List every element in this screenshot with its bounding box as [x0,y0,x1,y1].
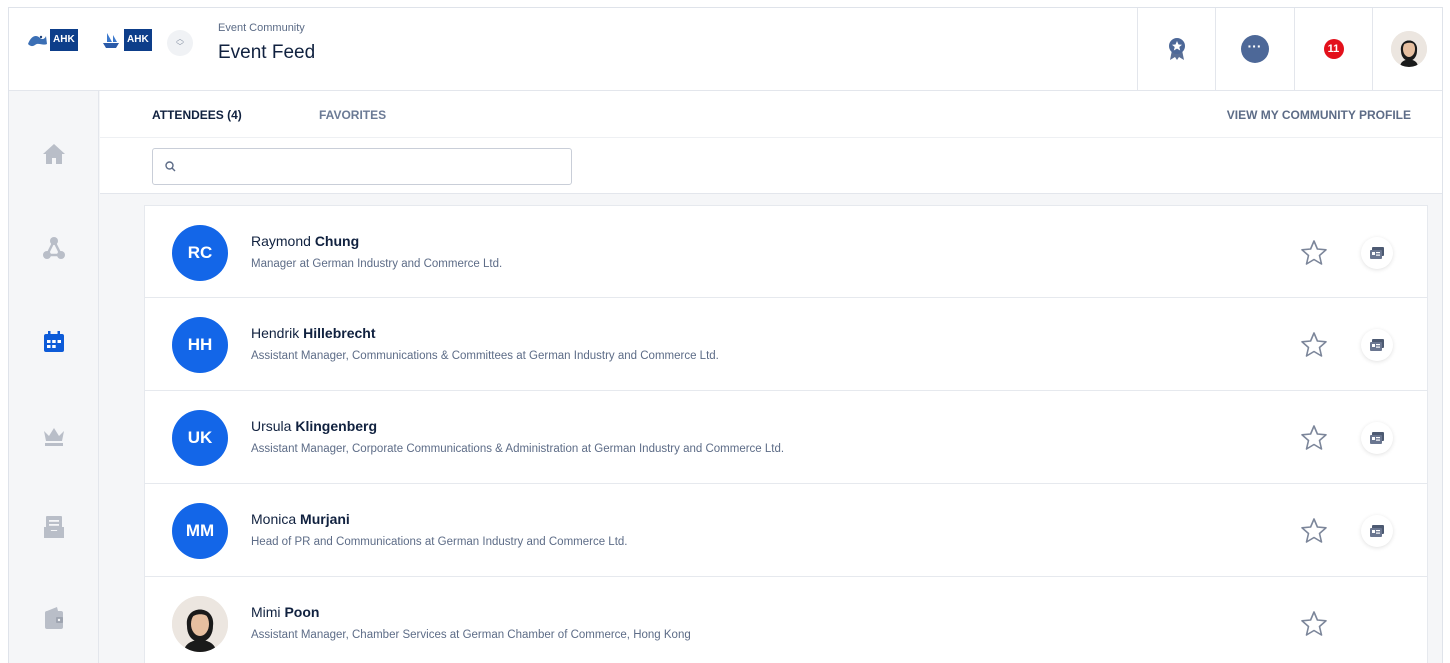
attendee-last-name: Chung [314,233,360,249]
notification-badge: 11 [1323,39,1344,59]
favorite-star-icon[interactable] [1300,610,1328,638]
attendee-avatar[interactable]: UK [172,410,228,466]
dragon-icon [28,35,47,47]
search-bar [100,138,1442,194]
top-header: AHK AHK ︿ ﹀ Event Community Event Feed ·… [9,8,1442,91]
chevron-down-icon: ﹀ [176,42,184,51]
business-card-button[interactable] [1361,515,1393,547]
attendee-last-name: Poon [284,604,320,620]
business-card-button[interactable] [1361,329,1393,361]
business-card-button[interactable] [1361,422,1393,454]
attendee-avatar[interactable]: RC [172,225,228,281]
ahk-logo-text: AHK [124,29,152,51]
user-menu-button[interactable] [1372,8,1442,90]
ahk-logo-text: AHK [50,29,78,51]
attendee-tabs: ATTENDEES (4) FAVORITES VIEW MY COMMUNIT… [100,91,1442,140]
attendee-title: Assistant Manager, Communications & Comm… [251,350,719,362]
business-card-icon [1370,339,1384,351]
attendee-first-name: Raymond [251,233,311,249]
search-icon [165,161,176,172]
nav-wallet[interactable] [39,603,69,633]
app-frame: AHK AHK ︿ ﹀ Event Community Event Feed ·… [8,7,1443,663]
home-icon [43,144,65,164]
business-card-icon [1370,247,1384,259]
network-icon [43,237,65,259]
attendee-title: Assistant Manager, Corporate Communicati… [251,443,785,455]
attendee-row: MM Monica Murjani Head of PR and Communi… [144,484,1428,577]
junk-ship-icon [103,33,119,48]
attendee-title: Assistant Manager, Chamber Services at G… [251,629,691,641]
left-nav [9,91,99,663]
favorite-star-icon[interactable] [1300,517,1328,545]
nav-events[interactable] [39,327,69,357]
ahk-logo-secondary[interactable]: AHK [100,28,160,52]
attendee-list: RC Raymond Chung Manager at German Indus… [144,205,1428,663]
attendee-first-name: Ursula [251,418,292,434]
messages-button[interactable]: ··· [1215,8,1293,90]
attendee-title: Manager at German Industry and Commerce … [251,258,503,270]
business-card-icon [1370,432,1384,444]
attendee-name[interactable]: Hendrik Hillebrecht [251,325,376,341]
person-photo-icon [172,596,228,652]
notifications-button[interactable]: 11 [1294,8,1372,90]
user-avatar [1390,31,1427,67]
attendee-row: HH Hendrik Hillebrecht Assistant Manager… [144,298,1428,391]
calendar-icon [44,331,64,352]
attendee-name[interactable]: Ursula Klingenberg [251,418,377,434]
award-ribbon-icon [1168,38,1185,60]
business-card-button[interactable] [1361,237,1393,269]
attendee-row: Mimi Poon Assistant Manager, Chamber Ser… [144,577,1428,663]
nav-inbox[interactable] [39,512,69,542]
page-subtitle: Event Community [218,22,305,34]
nav-network[interactable] [39,233,69,263]
chat-bubble-icon: ··· [1240,35,1269,63]
attendee-name[interactable]: Mimi Poon [251,604,319,620]
page-title: Event Feed [218,42,316,63]
business-card-icon [1370,525,1384,537]
attendee-first-name: Hendrik [251,325,300,341]
attendee-last-name: Murjani [300,511,350,527]
attendee-last-name: Hillebrecht [303,325,376,341]
search-input[interactable] [184,151,571,182]
attendee-row: UK Ursula Klingenberg Assistant Manager,… [144,391,1428,484]
search-field[interactable] [152,148,572,185]
tab-favorites[interactable]: FAVORITES [319,108,386,122]
attendee-row: RC Raymond Chung Manager at German Indus… [144,205,1428,298]
favorite-star-icon[interactable] [1300,424,1328,452]
attendee-last-name: Klingenberg [295,418,378,434]
community-switcher-button[interactable]: ︿ ﹀ [167,30,193,56]
crown-icon [44,428,64,446]
attendee-name[interactable]: Raymond Chung [251,233,359,249]
favorite-star-icon[interactable] [1300,331,1328,359]
person-photo-icon [1390,31,1427,67]
attendee-title: Head of PR and Communications at German … [251,536,628,548]
favorite-star-icon[interactable] [1300,239,1328,267]
wallet-icon [45,607,63,629]
attendee-name[interactable]: Monica Murjani [251,511,350,527]
attendee-avatar[interactable]: MM [172,503,228,559]
attendee-first-name: Monica [251,511,297,527]
attendee-avatar[interactable]: HH [172,317,228,373]
nav-sponsors[interactable] [39,421,69,451]
badges-button[interactable] [1137,8,1215,90]
nav-home[interactable] [39,139,69,169]
ahk-logo-primary[interactable]: AHK [26,28,86,52]
inbox-icon [44,516,64,538]
attendee-first-name: Mimi [251,604,281,620]
attendee-avatar[interactable] [172,596,228,652]
tab-attendees[interactable]: ATTENDEES (4) [152,108,242,140]
view-community-profile-link[interactable]: VIEW MY COMMUNITY PROFILE [1227,108,1411,122]
